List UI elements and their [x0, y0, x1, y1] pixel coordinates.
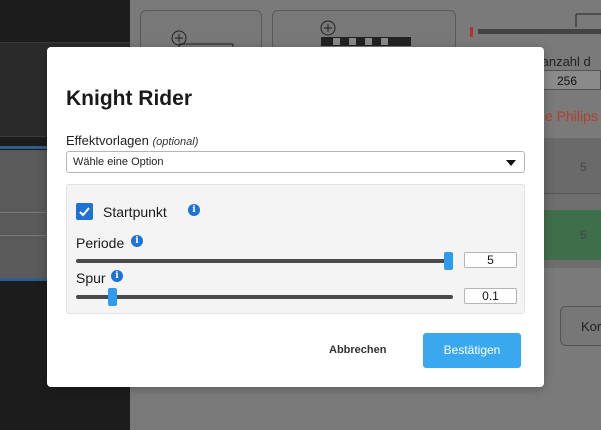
trail-slider-thumb[interactable] [108, 288, 117, 306]
trail-info-icon[interactable]: i [111, 270, 123, 282]
background-button: Kor [560, 306, 601, 346]
dialog-title: Knight Rider [66, 87, 192, 110]
preset-label-text: Effektvorlagen [66, 133, 149, 148]
knight-rider-dialog: Knight Rider Effektvorlagen (optional) W… [47, 47, 544, 387]
period-input[interactable]: 5 [464, 252, 517, 268]
background-count-label: tanzahl d [538, 54, 591, 69]
period-slider[interactable] [76, 252, 453, 270]
startpoint-checkbox[interactable] [76, 203, 93, 220]
background-brand-text: e Philips [545, 108, 598, 124]
background-table-cell: 5 [580, 160, 587, 174]
preset-label: Effektvorlagen (optional) [66, 133, 198, 148]
checkmark-icon [79, 207, 90, 217]
preset-select-value: Wähle eine Option [73, 156, 164, 168]
confirm-button[interactable]: Bestätigen [423, 333, 521, 368]
preset-select[interactable]: Wähle eine Option [66, 151, 525, 173]
background-led-row [466, 10, 601, 48]
background-table-cell: 5 [580, 228, 587, 242]
preset-optional-note: (optional) [152, 136, 199, 148]
startpoint-info-icon[interactable]: i [188, 204, 200, 216]
background-count-box: 256 [542, 70, 601, 90]
cancel-button[interactable]: Abbrechen [329, 344, 386, 356]
trail-slider[interactable] [76, 288, 453, 306]
period-info-icon[interactable]: i [131, 235, 143, 247]
led-row-icon [470, 13, 601, 37]
settings-panel: Startpunkt i Periode i 5 Spur i 0.1 [66, 184, 525, 314]
background-table-row [544, 138, 601, 194]
period-slider-thumb[interactable] [444, 252, 453, 270]
trail-label: Spur [76, 270, 106, 286]
background-table-row [544, 210, 601, 260]
startpoint-label: Startpunkt [103, 204, 167, 220]
period-label: Periode [76, 235, 125, 251]
trail-input[interactable]: 0.1 [464, 288, 517, 304]
chevron-down-icon [506, 160, 516, 166]
